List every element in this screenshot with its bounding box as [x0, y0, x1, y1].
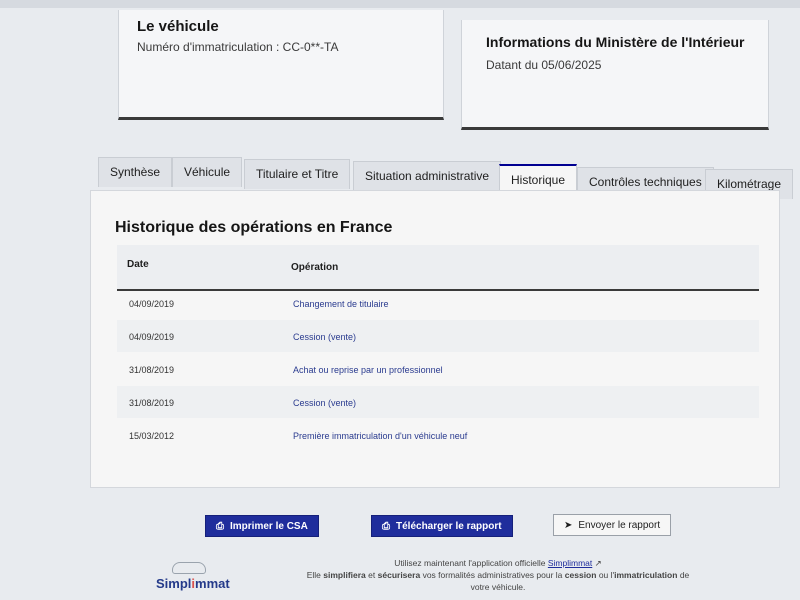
row-operation: Cession (vente)	[293, 398, 357, 408]
download-report-button[interactable]: ⎙ Télécharger le rapport	[371, 515, 513, 537]
tab-bar: Synthèse Véhicule Titulaire et Titre Sit…	[98, 155, 800, 199]
tab-synthese[interactable]: Synthèse	[98, 157, 173, 187]
table-row: 31/08/2019 Achat ou reprise par un profe…	[117, 353, 759, 385]
footer-message: Utilisez maintenant l'application offici…	[306, 558, 690, 592]
send-icon: ➤	[564, 520, 573, 531]
row-operation: Cession (vente)	[293, 332, 357, 342]
tab-situation[interactable]: Situation administrative	[353, 161, 502, 191]
row-date: 15/03/2012	[129, 431, 175, 441]
printer-icon: ⎙	[382, 521, 390, 532]
vehicle-card: Le véhicule Numéro d'immatriculation : C…	[118, 10, 444, 120]
table-header: Date Opération	[117, 245, 759, 291]
external-link-icon: ↗	[594, 558, 602, 568]
simplimmat-logo[interactable]: Simplimmat	[150, 560, 260, 600]
vehicle-card-title: Le véhicule	[137, 18, 219, 35]
printer-icon: ⎙	[216, 521, 224, 532]
send-report-label: Envoyer le rapport	[578, 520, 661, 531]
print-csa-button[interactable]: ⎙ Imprimer le CSA	[205, 515, 319, 537]
row-operation: Achat ou reprise par un professionnel	[293, 365, 443, 375]
table-row: 31/08/2019 Cession (vente)	[117, 386, 759, 418]
simplimmat-link[interactable]: Simplimmat	[548, 558, 592, 568]
row-operation: Changement de titulaire	[293, 299, 389, 309]
send-report-button[interactable]: ➤ Envoyer le rapport	[553, 514, 672, 536]
car-icon	[172, 562, 206, 574]
ministry-card: Informations du Ministère de l'Intérieur…	[461, 20, 769, 130]
page: Le véhicule Numéro d'immatriculation : C…	[0, 0, 800, 600]
row-date: 31/08/2019	[129, 398, 175, 408]
table-row: 04/09/2019 Changement de titulaire	[117, 287, 759, 319]
column-date: Date	[127, 259, 149, 270]
tab-vehicule[interactable]: Véhicule	[172, 157, 243, 187]
top-bar	[0, 0, 800, 8]
table-row: 04/09/2019 Cession (vente)	[117, 320, 759, 352]
registration-number: Numéro d'immatriculation : CC-0**-TA	[137, 40, 339, 54]
print-csa-label: Imprimer le CSA	[230, 521, 308, 532]
ministry-card-date: Datant du 05/06/2025	[486, 58, 602, 72]
logo-text: Simplimmat	[156, 576, 230, 591]
download-report-label: Télécharger le rapport	[396, 521, 502, 532]
row-date: 31/08/2019	[129, 365, 175, 375]
row-operation: Première immatriculation d'un véhicule n…	[293, 431, 468, 441]
row-date: 04/09/2019	[129, 332, 175, 342]
column-operation: Opération	[291, 262, 339, 273]
row-date: 04/09/2019	[129, 299, 175, 309]
tab-titulaire[interactable]: Titulaire et Titre	[244, 159, 351, 189]
ministry-card-title: Informations du Ministère de l'Intérieur	[486, 34, 745, 50]
history-panel: Historique des opérations en France Date…	[90, 190, 780, 488]
history-title: Historique des opérations en France	[115, 219, 393, 236]
table-row: 15/03/2012 Première immatriculation d'un…	[117, 419, 759, 451]
